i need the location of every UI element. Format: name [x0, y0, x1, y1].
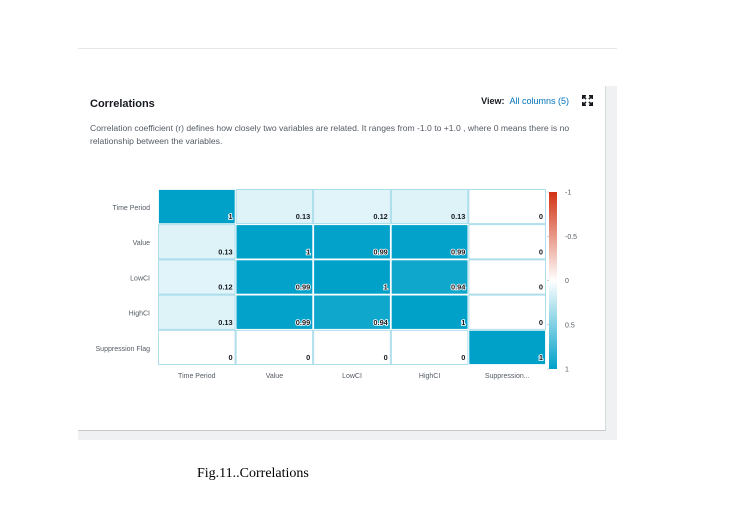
cell-value-label: 0.99: [296, 283, 310, 292]
heatmap-cell[interactable]: [235, 329, 314, 365]
colorbar-tick-label: 0.5: [565, 322, 575, 329]
heatmap-cell[interactable]: [468, 329, 546, 365]
column-label: Time Period: [178, 373, 216, 380]
cell-value-label: 0.13: [296, 212, 310, 221]
cell-value-label: 0.99: [451, 247, 465, 256]
row-label: HighCI: [129, 311, 150, 318]
cell-value-label: 0: [306, 353, 310, 362]
cell-value-label: 0: [384, 353, 388, 362]
cell-value-label: 0.12: [373, 212, 387, 221]
column-label: LowCI: [342, 373, 362, 380]
cell-value-label: 0.99: [373, 247, 387, 256]
colorbar-tick-label: 1: [565, 367, 569, 374]
cell-value-label: 1: [539, 353, 543, 362]
column-label: Suppression...: [485, 373, 530, 380]
row-label: Time Period: [113, 205, 151, 212]
cell-value-label: 0.13: [218, 318, 232, 327]
cell-value-label: 1: [461, 318, 465, 327]
correlation-heatmap: 1 0.13 0.12 0.13 0 0.13 1 0.99 0.99 0 0.12 0.99 1 0.9…: [96, 189, 577, 380]
figure-caption: Fig.11..Correlations: [197, 466, 309, 481]
colorbar-tick-label: 0: [565, 278, 569, 285]
row-label: Suppression Flag: [96, 346, 151, 353]
cell-value-label: 1: [384, 283, 388, 292]
cell-value-label: 0.99: [296, 318, 310, 327]
heatmap-cell[interactable]: [390, 294, 469, 330]
heatmap-cell[interactable]: [468, 294, 546, 330]
column-label: Value: [266, 373, 283, 380]
row-label: Value: [133, 240, 150, 247]
heatmap-cell[interactable]: [390, 329, 469, 365]
heatmap-cell[interactable]: [468, 259, 546, 295]
cell-value-label: 0.12: [218, 283, 232, 292]
cell-value-label: 0.13: [451, 212, 465, 221]
heatmap-cell[interactable]: [313, 259, 391, 295]
heatmap-cell[interactable]: [468, 224, 546, 260]
colorbar: [549, 192, 557, 369]
cell-value-label: 0: [461, 353, 465, 362]
cell-value-label: 0: [539, 247, 543, 256]
cell-value-label: 1: [306, 247, 310, 256]
row-label: LowCI: [130, 275, 150, 282]
heatmap-cell[interactable]: [313, 329, 391, 365]
column-label: HighCI: [419, 373, 440, 380]
cell-value-label: 1: [228, 212, 232, 221]
cell-value-label: 0: [228, 353, 232, 362]
colorbar-tick-label: -0.5: [565, 234, 577, 241]
heatmap-cell[interactable]: [158, 329, 236, 365]
heatmap-cell[interactable]: [468, 189, 546, 225]
cell-value-label: 0.13: [218, 247, 232, 256]
cell-value-label: 0.94: [451, 283, 466, 292]
heatmap-cell[interactable]: [235, 224, 314, 260]
colorbar-tick-label: -1: [565, 190, 571, 197]
cell-value-label: 0: [539, 318, 543, 327]
cell-value-label: 0: [539, 212, 543, 221]
cell-value-label: 0.94: [373, 318, 388, 327]
heatmap-cell[interactable]: [158, 189, 236, 225]
cell-value-label: 0: [539, 283, 543, 292]
